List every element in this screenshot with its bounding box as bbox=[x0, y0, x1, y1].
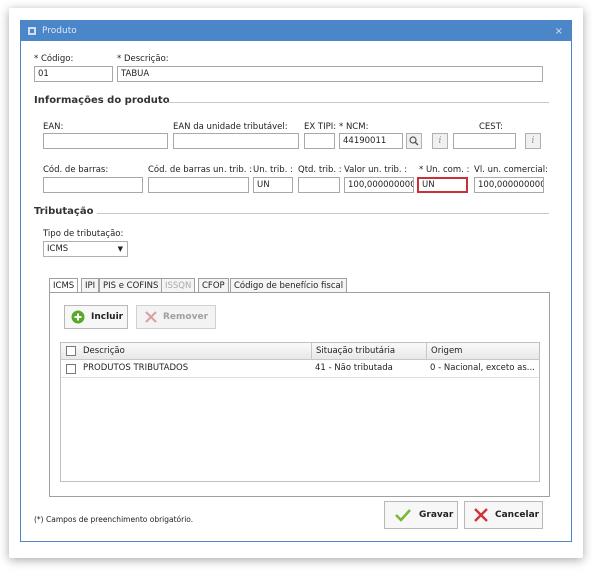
required-note: (*) Campos de preenchimento obrigatório. bbox=[34, 515, 194, 524]
app-icon bbox=[28, 27, 36, 35]
select-all-checkbox[interactable] bbox=[66, 346, 76, 356]
un-com-label: * Un. com. : bbox=[419, 165, 470, 175]
section-tributacao-title: Tributação bbox=[34, 206, 94, 217]
tipo-tributacao-label: Tipo de tributação: bbox=[43, 229, 124, 239]
cest-field[interactable] bbox=[453, 133, 516, 149]
grid-header: Descrição Situação tributária Origem bbox=[61, 343, 539, 360]
valor-un-trib-label: Valor un. trib. : bbox=[344, 165, 408, 175]
cancelar-button[interactable]: Cancelar bbox=[464, 501, 543, 529]
ean-trib-field[interactable] bbox=[173, 133, 299, 149]
un-trib-label: Un. trib. : bbox=[253, 165, 293, 175]
check-icon bbox=[395, 509, 411, 522]
cell-origem: 0 - Nacional, exceto as... bbox=[430, 363, 535, 373]
cest-label: CEST: bbox=[479, 122, 503, 132]
ean-field[interactable] bbox=[43, 133, 168, 149]
ean-label: EAN: bbox=[43, 122, 64, 132]
icms-grid: Descrição Situação tributária Origem PRO… bbox=[60, 342, 540, 482]
info-icon: i bbox=[438, 136, 442, 146]
ncm-label: * NCM: bbox=[339, 122, 369, 132]
title-bar: Produto × bbox=[21, 21, 571, 41]
ncm-field[interactable]: 44190011 bbox=[339, 133, 403, 149]
un-trib-field[interactable]: UN bbox=[253, 177, 293, 193]
ex-tipi-label: EX TIPI: bbox=[304, 122, 337, 132]
descricao-label: * Descrição: bbox=[117, 54, 169, 64]
valor-un-trib-field[interactable]: 100,0000000000 bbox=[344, 177, 414, 193]
cod-barras-trib-label: Cód. de barras un. trib. : bbox=[148, 165, 253, 175]
chevron-down-icon: ▼ bbox=[117, 245, 123, 253]
tab-ipi[interactable]: IPI bbox=[81, 278, 100, 292]
cell-situacao: 41 - Não tributada bbox=[315, 363, 393, 373]
form-body: * Código: * Descrição: 01 TABUA Informaç… bbox=[21, 41, 571, 541]
ean-trib-label: EAN da unidade tributável: bbox=[173, 122, 288, 132]
remover-button[interactable]: Remover bbox=[136, 305, 216, 329]
close-icon[interactable]: × bbox=[555, 26, 563, 37]
tab-icms[interactable]: ICMS bbox=[49, 278, 79, 293]
codigo-field[interactable]: 01 bbox=[34, 66, 113, 82]
tab-pis-cofins[interactable]: PIS e COFINS bbox=[99, 278, 163, 292]
cell-descricao: PRODUTOS TRIBUTADOS bbox=[83, 363, 189, 373]
tab-beneficio-fiscal[interactable]: Código de benefício fiscal bbox=[230, 278, 348, 292]
table-row[interactable]: PRODUTOS TRIBUTADOS 41 - Não tributada 0… bbox=[61, 360, 539, 378]
tab-container: ICMS IPI PIS e COFINS ISSQN CFOP Código … bbox=[49, 278, 550, 503]
qtd-trib-field[interactable] bbox=[298, 177, 340, 193]
descricao-field[interactable]: TABUA bbox=[117, 66, 543, 82]
cod-barras-field[interactable] bbox=[43, 177, 143, 193]
cod-barras-trib-field[interactable] bbox=[148, 177, 249, 193]
ncm-search-button[interactable] bbox=[406, 133, 422, 149]
vl-un-com-field[interactable]: 100,0000000000 bbox=[474, 177, 544, 193]
qtd-trib-label: Qtd. trib. : bbox=[298, 165, 342, 175]
tab-panel-icms: Incluir Remover Descrição Situação tribu… bbox=[49, 292, 550, 497]
x-icon bbox=[474, 508, 488, 522]
col-situacao[interactable]: Situação tributária bbox=[311, 343, 395, 359]
cancelar-label: Cancelar bbox=[495, 510, 540, 520]
tipo-tributacao-select[interactable]: ICMS ▼ bbox=[43, 241, 128, 257]
vl-un-com-label: Vl. un. comercial: bbox=[474, 165, 548, 175]
col-descricao[interactable]: Descrição bbox=[83, 343, 125, 359]
tipo-tributacao-value: ICMS bbox=[47, 244, 69, 254]
gravar-label: Gravar bbox=[419, 510, 454, 520]
ex-tipi-field[interactable] bbox=[304, 133, 335, 149]
col-origem[interactable]: Origem bbox=[426, 343, 462, 359]
x-icon bbox=[145, 311, 157, 323]
incluir-label: Incluir bbox=[91, 312, 124, 322]
info-icon: i bbox=[531, 136, 535, 146]
cod-barras-label: Cód. de barras: bbox=[43, 165, 109, 175]
gravar-button[interactable]: Gravar bbox=[384, 501, 458, 529]
codigo-label: * Código: bbox=[34, 54, 74, 64]
window-title: Produto bbox=[42, 26, 77, 36]
cest-info-button[interactable]: i bbox=[525, 133, 541, 149]
un-com-field[interactable]: UN bbox=[417, 177, 468, 193]
ncm-info-button[interactable]: i bbox=[432, 133, 448, 149]
remover-label: Remover bbox=[163, 312, 209, 322]
tab-issqn[interactable]: ISSQN bbox=[161, 278, 196, 292]
plus-circle-icon bbox=[71, 310, 85, 324]
incluir-button[interactable]: Incluir bbox=[64, 305, 128, 329]
section-info-title: Informações do produto bbox=[34, 95, 170, 106]
tab-cfop[interactable]: CFOP bbox=[198, 278, 229, 292]
section-divider bbox=[97, 213, 549, 214]
section-divider bbox=[167, 102, 549, 103]
produto-window: Produto × * Código: * Descrição: 01 TABU… bbox=[20, 20, 572, 542]
row-checkbox[interactable] bbox=[66, 364, 76, 374]
search-icon bbox=[409, 136, 419, 146]
